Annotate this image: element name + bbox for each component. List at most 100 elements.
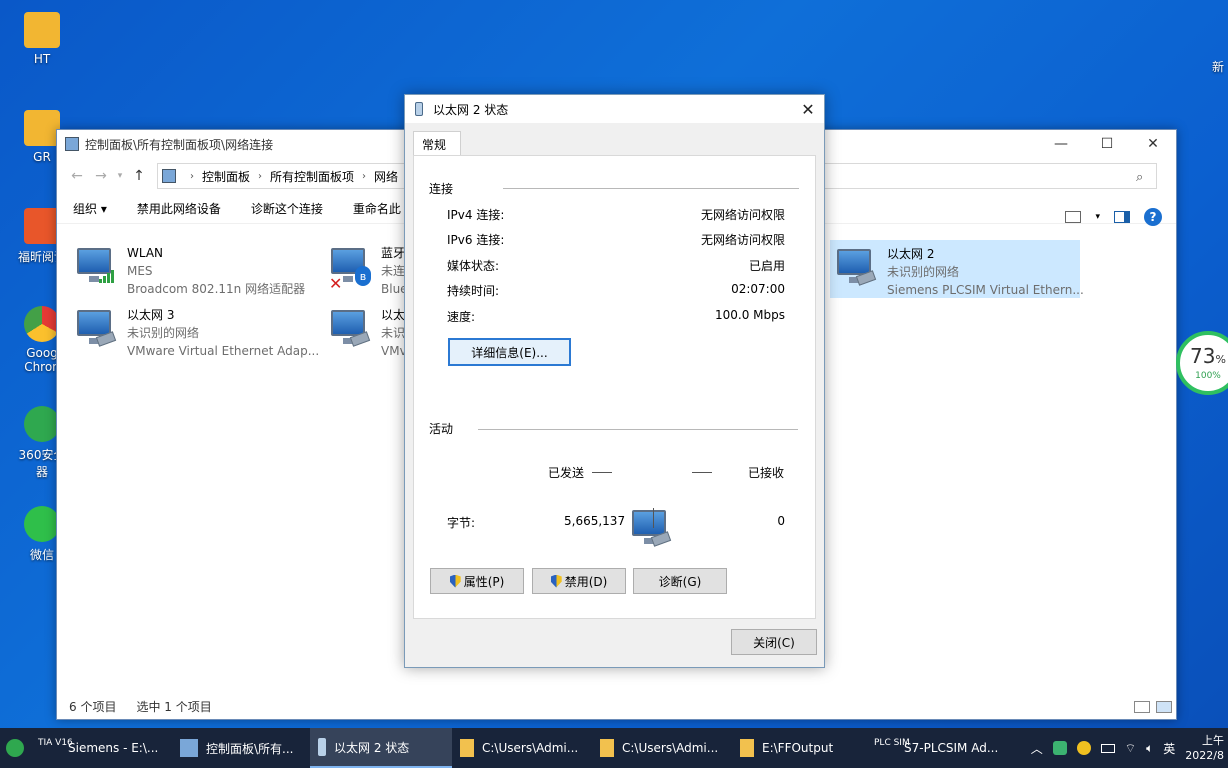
- recent-chevron-icon[interactable]: ▾: [113, 171, 127, 181]
- breadcrumb-item[interactable]: 所有控制面板项: [270, 168, 354, 185]
- divider: [478, 429, 798, 430]
- folder-icon: [24, 110, 60, 146]
- speed-value: 100.0 Mbps: [714, 308, 785, 322]
- general-panel: 连接 IPv4 连接: 无网络访问权限 IPv6 连接: 无网络访问权限 媒体状…: [413, 155, 816, 619]
- details-button[interactable]: 详细信息(E)...: [448, 338, 571, 366]
- memory-gauge-widget[interactable]: 73% 100%: [1176, 331, 1228, 395]
- bluetooth-icon: ʙ: [355, 266, 371, 286]
- wechat-icon: [24, 506, 60, 542]
- dialog-titlebar[interactable]: 以太网 2 状态: [405, 95, 824, 123]
- network-item-wlan[interactable]: WLAN MES Broadcom 802.11n 网络适配器: [71, 240, 321, 298]
- start-button[interactable]: [0, 728, 30, 768]
- rename-button[interactable]: 重命名此: [353, 200, 401, 217]
- folder-icon: [24, 12, 60, 48]
- disable-device-button[interactable]: 禁用此网络设备: [137, 200, 221, 217]
- close-dialog-button[interactable]: 关闭(C): [731, 629, 817, 655]
- breadcrumb-item[interactable]: 控制面板: [202, 168, 250, 185]
- wifi-adapter-icon: [75, 244, 119, 288]
- system-tray: ︿ ⌔ 🔈︎ 英 上午 2022/8: [1031, 728, 1228, 768]
- battery-level: 100%: [1195, 371, 1221, 381]
- 360-icon: [6, 739, 24, 757]
- activity-line-left: [592, 472, 612, 473]
- organize-button[interactable]: 组织 ▾: [73, 200, 107, 217]
- help-icon[interactable]: ?: [1144, 208, 1162, 226]
- taskbar: TIA V16 Siemens - E:\... 控制面板\所有... 以太网 …: [0, 728, 1228, 768]
- ethernet-adapter-icon: [329, 306, 373, 350]
- desktop-icon-label: GR: [33, 150, 51, 164]
- breadcrumb-item[interactable]: 网络: [374, 168, 398, 185]
- taskbar-item-plcsim[interactable]: PLC SIM S7-PLCSIM Ad...: [866, 728, 1006, 768]
- forward-arrow-icon[interactable]: →: [89, 168, 113, 184]
- connection-device: Blue: [381, 282, 405, 296]
- taskbar-item-ethernet-status[interactable]: 以太网 2 状态: [310, 728, 452, 768]
- battery-icon[interactable]: [1100, 743, 1115, 753]
- connection-status: MES: [127, 264, 153, 278]
- security-icon: [24, 406, 60, 442]
- tab-general[interactable]: 常规: [413, 131, 462, 156]
- desktop-icon-label: HT: [33, 52, 51, 66]
- clock[interactable]: 上午 2022/8: [1185, 733, 1224, 763]
- connection-status: 未识别的网络: [127, 326, 200, 340]
- search-icon[interactable]: ⌕: [1136, 170, 1154, 188]
- bytes-received-value: 0: [777, 514, 785, 528]
- chevron-right-icon: ›: [362, 170, 367, 182]
- up-arrow-icon[interactable]: ↑: [127, 168, 151, 184]
- folder-icon: [460, 739, 474, 757]
- disconnected-x-icon: ✕: [329, 274, 343, 293]
- control-panel-icon: [162, 169, 176, 183]
- chevron-up-icon[interactable]: ︿: [1031, 740, 1043, 757]
- desktop-icon-ht[interactable]: HT: [12, 12, 72, 66]
- ime-indicator[interactable]: 英: [1163, 740, 1175, 757]
- ethernet-status-dialog: 以太网 2 状态 ✕ 常规 连接 IPv4 连接: 无网络访问权限 IPv6 连…: [404, 94, 825, 668]
- network-adapter-icon: [415, 102, 423, 116]
- back-arrow-icon[interactable]: ←: [65, 168, 89, 184]
- item-count: 6 个项目: [69, 700, 117, 714]
- network-item-bluetooth[interactable]: ✕ ʙ 蓝牙 未连 Blue: [325, 240, 405, 298]
- diagnose-connection-button[interactable]: 诊断这个连接: [251, 200, 323, 217]
- chevron-down-icon[interactable]: ▾: [1095, 212, 1100, 222]
- dialog-close-button[interactable]: ✕: [792, 95, 824, 123]
- gauge-percent-sign: %: [1215, 353, 1226, 366]
- diagnose-button[interactable]: 诊断(G): [633, 568, 727, 594]
- taskbar-item-folder-1[interactable]: C:\Users\Admi...: [452, 728, 592, 768]
- taskbar-item-control-panel[interactable]: 控制面板\所有...: [172, 728, 310, 768]
- disable-button[interactable]: 禁用(D): [532, 568, 626, 594]
- folder-icon: [740, 739, 754, 757]
- divider: [503, 188, 799, 189]
- preview-pane-icon[interactable]: [1114, 211, 1130, 223]
- connection-device: Siemens PLCSIM Virtual Ethern...: [887, 283, 1084, 297]
- network-item-ethernet[interactable]: 以太 未识 VMv: [325, 302, 405, 360]
- network-item-ethernet-3[interactable]: 以太网 3 未识别的网络 VMware Virtual Ethernet Ada…: [71, 302, 321, 360]
- close-button[interactable]: ✕: [1130, 130, 1176, 158]
- tray-app-icon[interactable]: [1052, 741, 1067, 755]
- connection-name: 以太网 2: [887, 247, 935, 261]
- wifi-icon[interactable]: ⌔: [1125, 741, 1136, 756]
- minimize-button[interactable]: —: [1038, 130, 1084, 158]
- activity-group-title: 活动: [429, 422, 454, 436]
- control-panel-icon: [180, 739, 198, 757]
- maximize-button[interactable]: ☐: [1084, 130, 1130, 158]
- view-options-icon[interactable]: [1065, 211, 1082, 223]
- tia-portal-icon: TIA V16: [38, 738, 73, 748]
- large-icons-view-icon[interactable]: [1156, 701, 1172, 713]
- taskbar-item-folder-2[interactable]: C:\Users\Admi...: [592, 728, 732, 768]
- details-view-icon[interactable]: [1134, 701, 1150, 713]
- uac-shield-icon: [449, 574, 461, 588]
- desktop-icon-label: Goog Chron: [24, 346, 60, 374]
- status-bar: 6 个项目 选中 1 个项目: [69, 698, 212, 715]
- taskbar-item-tia[interactable]: TIA V16 Siemens - E:\...: [30, 728, 172, 768]
- chevron-right-icon: ›: [258, 170, 263, 182]
- desktop-icon-label-right[interactable]: 新: [1212, 58, 1224, 75]
- taskbar-item-ffoutput[interactable]: E:\FFOutput: [732, 728, 866, 768]
- received-label: 已接收: [748, 466, 784, 480]
- ethernet-adapter-icon: [75, 306, 119, 350]
- properties-button[interactable]: 属性(P): [430, 568, 524, 594]
- connection-name: 以太网 3: [127, 308, 175, 322]
- ipv6-label: IPv6 连接:: [447, 233, 505, 247]
- plcsim-icon: PLC SIM: [874, 738, 910, 748]
- volume-icon[interactable]: 🔈︎: [1146, 741, 1153, 756]
- network-item-ethernet-2[interactable]: 以太网 2 未识别的网络 Siemens PLCSIM Virtual Ethe…: [830, 240, 1084, 298]
- connection-group-title: 连接: [429, 182, 454, 196]
- tray-app-icon[interactable]: [1076, 741, 1091, 755]
- media-state-value: 已启用: [748, 259, 785, 273]
